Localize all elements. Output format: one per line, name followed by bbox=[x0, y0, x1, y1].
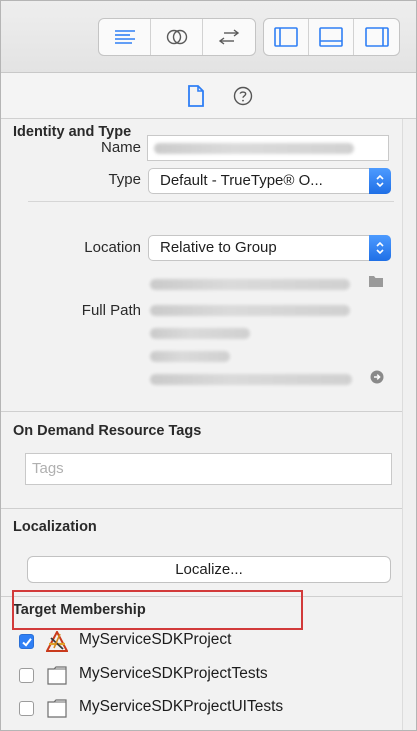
app-target-icon bbox=[46, 631, 68, 652]
folder-target-icon bbox=[47, 699, 67, 718]
inspector-window: Identity and Type Name Type Default - Tr… bbox=[0, 0, 417, 731]
target-name: MyServiceSDKProjectTests bbox=[79, 665, 268, 682]
full-path-redacted-4 bbox=[150, 374, 352, 385]
location-value: Relative to Group bbox=[160, 239, 277, 256]
target-row[interactable]: MyServiceSDKProjectTests bbox=[1, 664, 401, 688]
target-name: MyServiceSDKProject bbox=[79, 631, 232, 648]
file-inspector-tab[interactable] bbox=[184, 84, 208, 108]
section-divider bbox=[1, 508, 402, 509]
quick-help-icon bbox=[233, 86, 253, 106]
localize-button[interactable]: Localize... bbox=[27, 556, 391, 583]
editor-assistant-icon bbox=[166, 29, 187, 45]
editor-standard-button[interactable] bbox=[99, 19, 151, 55]
navigator-panel-icon bbox=[274, 27, 298, 47]
full-path-redacted-2 bbox=[150, 328, 250, 339]
navigator-panel-button[interactable] bbox=[264, 19, 309, 55]
target-checkbox[interactable] bbox=[19, 634, 34, 649]
popup-stepper-icon bbox=[369, 235, 391, 261]
target-checkbox[interactable] bbox=[19, 701, 34, 716]
target-row[interactable]: MyServiceSDKProjectUITests bbox=[1, 697, 401, 721]
utilities-panel-icon bbox=[364, 27, 389, 47]
full-path-redacted-3 bbox=[150, 351, 230, 362]
type-label: Type bbox=[108, 171, 141, 188]
section-divider bbox=[1, 411, 402, 412]
type-popup[interactable]: Default - TrueType® O... bbox=[148, 168, 391, 194]
editor-mode-segmented-control bbox=[98, 18, 256, 56]
location-popup[interactable]: Relative to Group bbox=[148, 235, 391, 261]
name-field[interactable] bbox=[147, 135, 389, 161]
editor-version-icon bbox=[218, 29, 240, 45]
popup-stepper-icon bbox=[369, 168, 391, 194]
localization-section-header: Localization bbox=[13, 519, 97, 535]
file-inspector-icon bbox=[188, 85, 204, 107]
inspector-tab-bar bbox=[1, 73, 416, 119]
scrollbar[interactable] bbox=[402, 119, 416, 730]
identity-section-header: Identity and Type bbox=[13, 124, 132, 140]
name-value-redacted bbox=[154, 143, 354, 154]
identity-divider bbox=[28, 201, 394, 202]
debug-area-button[interactable] bbox=[309, 19, 354, 55]
target-membership-section-header: Target Membership bbox=[13, 602, 146, 618]
folder-icon[interactable] bbox=[368, 274, 384, 288]
panel-toggle-segmented-control bbox=[263, 18, 400, 56]
target-row[interactable]: MyServiceSDKProject bbox=[1, 630, 401, 654]
utilities-panel-button[interactable] bbox=[354, 19, 399, 55]
toolbar bbox=[1, 1, 416, 73]
section-divider bbox=[1, 596, 402, 597]
target-checkbox[interactable] bbox=[19, 668, 34, 683]
file-inspector-content: Identity and Type Name Type Default - Tr… bbox=[1, 119, 416, 730]
full-path-redacted-1 bbox=[150, 305, 350, 316]
target-name: MyServiceSDKProjectUITests bbox=[79, 698, 284, 715]
folder-target-icon bbox=[47, 666, 67, 685]
editor-version-button[interactable] bbox=[203, 19, 255, 55]
type-value: Default - TrueType® O... bbox=[160, 172, 323, 189]
on-demand-section-header: On Demand Resource Tags bbox=[13, 423, 202, 439]
editor-standard-icon bbox=[114, 30, 135, 44]
debug-area-icon bbox=[319, 27, 343, 47]
editor-assistant-button[interactable] bbox=[151, 19, 203, 55]
checkmark-icon bbox=[22, 638, 32, 647]
full-path-label: Full Path bbox=[81, 302, 141, 319]
location-label: Location bbox=[84, 239, 141, 256]
location-path-redacted bbox=[150, 279, 350, 290]
quick-help-tab[interactable] bbox=[231, 84, 255, 108]
name-label: Name bbox=[100, 139, 141, 156]
tags-input[interactable]: Tags bbox=[25, 453, 392, 485]
reveal-in-finder-icon[interactable] bbox=[370, 370, 384, 384]
